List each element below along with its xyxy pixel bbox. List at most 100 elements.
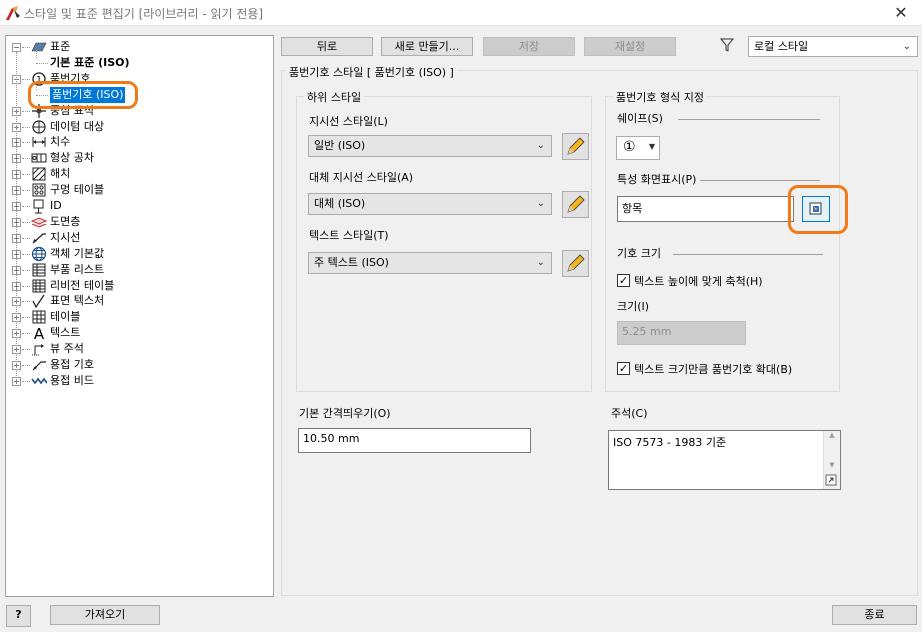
- tree-item[interactable]: + 뷰 주석: [6, 341, 271, 357]
- highlight-property-button: [788, 185, 848, 234]
- tree-item[interactable]: + 부품 리스트: [6, 262, 271, 278]
- new-button[interactable]: 새로 만들기...: [381, 37, 473, 56]
- standard-icon: [31, 42, 47, 52]
- chevron-down-icon: ⌄: [902, 41, 911, 52]
- scale-to-text-height-checkbox[interactable]: ✓: [617, 274, 630, 287]
- shape-value: ①: [623, 139, 636, 155]
- tree-item[interactable]: + 객체 기본값: [6, 246, 271, 262]
- default-offset-value: 10.50 mm: [303, 432, 360, 445]
- edit-leader-style-button[interactable]: [562, 133, 589, 160]
- tree-item[interactable]: + 도면층: [6, 214, 271, 230]
- tree-item[interactable]: + 용접 기호: [6, 357, 271, 373]
- revision-table-icon: [32, 279, 46, 292]
- tree-connector: [22, 47, 30, 48]
- alt-leader-style-label: 대체 지시선 스타일(A): [309, 171, 414, 184]
- pencil-icon: [567, 137, 585, 155]
- window-title: 스타일 및 표준 편집기 [라이브러리 - 읽기 전용]: [24, 7, 264, 21]
- edit-alt-leader-style-button[interactable]: [562, 191, 589, 218]
- datum-target-icon: [32, 119, 46, 134]
- text-icon: A: [34, 325, 45, 341]
- dimension-icon: [32, 137, 46, 148]
- tree-connector: [22, 317, 30, 319]
- tree-connector: [22, 142, 30, 144]
- tree-connector: [22, 206, 30, 207]
- text-style-label: 텍스트 스타일(T): [309, 229, 389, 242]
- text-style-select[interactable]: 주 텍스트 (ISO) ⌄: [308, 252, 552, 274]
- weld-symbol-icon: [32, 361, 46, 371]
- property-display-field[interactable]: 항목: [617, 196, 794, 222]
- tree-item[interactable]: + 리비전 테이블: [6, 278, 271, 294]
- tree-item-label: ID: [50, 199, 62, 212]
- tree-item[interactable]: + 치수: [6, 134, 271, 150]
- size-field[interactable]: 5.25 mm: [617, 321, 746, 345]
- sub-styles-legend: 하위 스타일: [304, 89, 365, 105]
- tree-item[interactable]: + 테이블: [6, 309, 271, 325]
- balloon-format-legend: 품번기호 형식 지정: [613, 89, 707, 105]
- id-icon: [33, 199, 44, 214]
- shape-select[interactable]: ① ▼: [616, 136, 660, 160]
- tree-item[interactable]: + A 텍스트: [6, 325, 271, 341]
- tree-item[interactable]: 기본 표준 (ISO): [6, 55, 271, 71]
- separator: [678, 119, 820, 120]
- filter-icon: [720, 38, 734, 52]
- import-button[interactable]: 가져오기: [50, 605, 160, 625]
- style-tree[interactable]: − 표준 기본 표준 (ISO) −1 품번기호 품번기호 (ISO) + 중심 표식 + 데이텀…: [5, 35, 274, 597]
- view-annotation-icon: [32, 344, 44, 356]
- enlarge-balloon-checkbox[interactable]: ✓: [617, 362, 630, 375]
- size-value: 5.25 mm: [622, 325, 672, 338]
- surface-texture-icon: [32, 295, 45, 309]
- app-logo-icon: [6, 6, 20, 20]
- tree-item[interactable]: + 지시선: [6, 230, 271, 246]
- notes-label: 주석(C): [611, 407, 648, 420]
- pencil-icon: [567, 254, 585, 272]
- tree-item[interactable]: + 해치: [6, 166, 271, 182]
- chevron-down-icon: ⌄: [536, 140, 545, 151]
- close-button[interactable]: ✕: [888, 2, 914, 24]
- tree-connector: [22, 333, 30, 335]
- style-filter-select[interactable]: 로컬 스타일 ⌄: [748, 36, 918, 57]
- tree-item[interactable]: + 표면 텍스처: [6, 293, 271, 309]
- default-offset-label: 기본 간격띄우기(O): [299, 407, 391, 420]
- tree-connector: [36, 62, 48, 64]
- leader-style-select[interactable]: 일반 (ISO) ⌄: [308, 135, 552, 157]
- tree-item-label: 뷰 주석: [50, 342, 84, 356]
- tree-connector: [22, 174, 30, 176]
- reset-button[interactable]: 재설정: [584, 37, 676, 56]
- default-offset-field[interactable]: 10.50 mm: [298, 428, 531, 453]
- tree-item-label: 형상 공차: [50, 151, 94, 165]
- tree-item-label: 데이텀 대상: [50, 119, 105, 133]
- save-button[interactable]: 저장: [483, 37, 575, 56]
- title-bar: 스타일 및 표준 편집기 [라이브러리 - 읽기 전용] ✕: [0, 0, 922, 26]
- leader-style-value: 일반 (ISO): [314, 139, 366, 152]
- parts-list-icon: [32, 263, 46, 277]
- tree-connector: [22, 253, 30, 255]
- layer-icon: [31, 217, 47, 228]
- alt-leader-style-select[interactable]: 대체 (ISO) ⌄: [308, 193, 552, 215]
- tree-connector: [22, 110, 30, 112]
- edit-text-style-button[interactable]: [562, 250, 589, 277]
- notes-textarea[interactable]: ISO 7573 - 1983 기준: [608, 430, 841, 490]
- done-button[interactable]: 종료: [832, 605, 917, 625]
- tree-item-label: 해치: [50, 167, 71, 181]
- tree-item-label: 기본 표준 (ISO): [50, 55, 130, 69]
- tree-item-label: 텍스트: [50, 326, 81, 340]
- tree-guide-line: [36, 50, 37, 58]
- tree-connector: [22, 158, 30, 160]
- tree-item[interactable]: − 표준: [6, 39, 271, 55]
- tree-item[interactable]: + 형상 공차: [6, 150, 271, 166]
- collapse-toggle-icon[interactable]: −: [12, 43, 21, 52]
- tree-item[interactable]: + 용접 비드: [6, 373, 271, 389]
- leader-icon: [32, 233, 46, 244]
- help-button[interactable]: ?: [6, 605, 31, 627]
- chevron-down-icon: ⌄: [536, 198, 545, 209]
- tree-connector: [22, 190, 30, 192]
- tree-item[interactable]: + 구멍 테이블: [6, 182, 271, 198]
- tree-connector: [22, 285, 30, 287]
- panel-title: 품번기호 스타일 [ 품번기호 (ISO) ]: [286, 64, 457, 80]
- tree-item[interactable]: + 데이텀 대상: [6, 119, 271, 135]
- resize-grip-icon: [825, 474, 837, 486]
- tree-item[interactable]: + ID: [6, 198, 271, 214]
- tree-item-label: 표준: [50, 40, 71, 53]
- tree-item-label: 도면층: [50, 214, 81, 228]
- back-button[interactable]: 뒤로: [281, 37, 373, 56]
